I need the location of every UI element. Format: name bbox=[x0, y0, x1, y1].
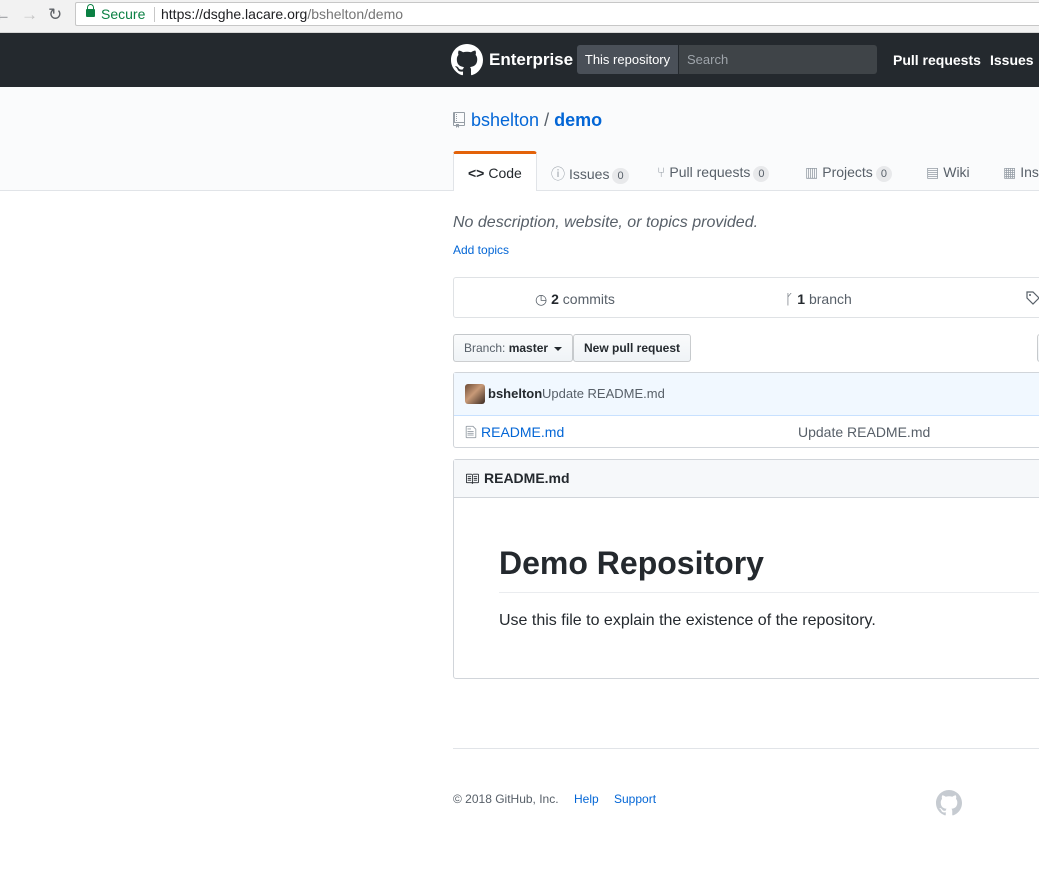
forward-arrow-icon[interactable]: → bbox=[21, 6, 38, 24]
repo-owner-link[interactable]: bshelton bbox=[471, 110, 539, 130]
branch-icon: ᚴ bbox=[785, 291, 794, 307]
tab-insights[interactable]: ▦ Ins bbox=[1003, 151, 1039, 190]
footer-help-link[interactable]: Help bbox=[574, 792, 599, 806]
file-name-link[interactable]: README.md bbox=[481, 424, 564, 440]
commit-author[interactable]: bshelton bbox=[488, 386, 542, 401]
footer-copyright: © 2018 GitHub, Inc. bbox=[453, 792, 559, 806]
back-arrow-icon[interactable]: ← bbox=[0, 6, 11, 24]
search-input[interactable] bbox=[679, 45, 877, 74]
code-icon: <> bbox=[468, 165, 485, 181]
commits-count: 2 bbox=[551, 291, 559, 307]
book-icon bbox=[466, 473, 479, 484]
branch-prefix: Branch: bbox=[464, 341, 506, 355]
readme-box: README.md Demo Repository Use this file … bbox=[453, 459, 1039, 679]
lock-icon bbox=[86, 4, 95, 17]
nav-pull-requests[interactable]: Pull requests bbox=[893, 52, 981, 68]
branch-name: master bbox=[508, 341, 549, 355]
url-host: https://dsghe.lacare.org bbox=[161, 6, 308, 22]
enterprise-brand[interactable]: Enterprise bbox=[489, 50, 573, 70]
commit-message[interactable]: Update README.md bbox=[542, 386, 665, 401]
site-header: Enterprise This repository Pull requests… bbox=[0, 33, 1039, 87]
readme-filename: README.md bbox=[484, 470, 570, 486]
url-path: /bshelton/demo bbox=[307, 6, 404, 22]
file-table: bshelton Update README.md README.md Upda… bbox=[453, 372, 1039, 448]
project-icon: ▥ bbox=[805, 164, 819, 180]
history-icon: ◷ bbox=[535, 291, 548, 307]
repo-summary-bar: ◷ 2 commits ᚴ 1 branch bbox=[453, 277, 1039, 318]
github-logo-icon[interactable] bbox=[451, 44, 483, 76]
readme-body: Use this file to explain the existence o… bbox=[499, 612, 876, 629]
nav-issues[interactable]: Issues bbox=[990, 52, 1034, 68]
secure-label: Secure bbox=[101, 6, 146, 22]
address-divider bbox=[154, 7, 155, 22]
repo-name-link[interactable]: demo bbox=[554, 110, 602, 130]
book-icon: ▤ bbox=[926, 164, 940, 180]
tab-insights-label: Ins bbox=[1020, 164, 1039, 180]
avatar[interactable] bbox=[465, 384, 485, 404]
github-footer-logo-icon[interactable] bbox=[936, 790, 962, 816]
repo-header: bshelton / demo <> Code ⓘ Issues 0 ⑂ Pull re… bbox=[0, 87, 1039, 191]
branch-select-button[interactable]: Branch: master bbox=[453, 334, 574, 362]
tab-pull-requests[interactable]: ⑂ Pull requests 0 bbox=[657, 151, 770, 190]
issues-counter: 0 bbox=[612, 168, 629, 184]
repo-path-separator: / bbox=[544, 110, 550, 130]
tab-issues[interactable]: ⓘ Issues 0 bbox=[551, 151, 629, 190]
tab-code[interactable]: <> Code bbox=[453, 151, 537, 191]
address-bar[interactable]: Secure https://dsghe.lacare.org/bshelton… bbox=[75, 2, 1039, 26]
readme-heading: Demo Repository bbox=[499, 545, 764, 581]
repo-description: No description, website, or topics provi… bbox=[453, 214, 759, 231]
tab-projects-label: Projects bbox=[822, 164, 873, 180]
branch-count: 1 bbox=[797, 291, 806, 307]
new-pull-request-button[interactable]: New pull request bbox=[573, 334, 692, 362]
tag-icon[interactable] bbox=[1026, 291, 1039, 308]
tab-issues-label: Issues bbox=[569, 166, 610, 182]
tab-projects[interactable]: ▥ Projects 0 bbox=[805, 151, 892, 190]
commits-label: commits bbox=[562, 291, 615, 307]
graph-icon: ▦ bbox=[1003, 164, 1017, 180]
footer-support-link[interactable]: Support bbox=[614, 792, 656, 806]
tab-pull-requests-label: Pull requests bbox=[669, 164, 751, 180]
readme-header: README.md bbox=[454, 460, 1039, 498]
tab-code-label: Code bbox=[488, 165, 522, 181]
projects-counter: 0 bbox=[875, 166, 892, 182]
pull-request-icon: ⑂ bbox=[657, 164, 666, 180]
file-icon bbox=[465, 425, 477, 439]
add-topics-link[interactable]: Add topics bbox=[453, 243, 509, 257]
repo-icon bbox=[453, 112, 465, 128]
commit-tease: bshelton Update README.md bbox=[454, 373, 1039, 416]
repo-title: bshelton / demo bbox=[471, 110, 602, 131]
readme-heading-rule bbox=[499, 592, 1039, 593]
reload-icon[interactable]: ↻ bbox=[48, 6, 62, 24]
search-scope-label: This repository bbox=[577, 45, 678, 74]
browser-toolbar: ← → ↻ Secure https://dsghe.lacare.org/bs… bbox=[0, 0, 1039, 33]
pull-requests-counter: 0 bbox=[753, 166, 770, 182]
tab-wiki-label: Wiki bbox=[943, 164, 970, 180]
file-commit-message[interactable]: Update README.md bbox=[798, 424, 930, 440]
caret-down-icon bbox=[554, 346, 563, 351]
issue-icon: ⓘ bbox=[551, 166, 565, 182]
url-text[interactable]: https://dsghe.lacare.org/bshelton/demo bbox=[161, 3, 403, 25]
branch-summary[interactable]: ᚴ 1 branch bbox=[785, 291, 852, 307]
branch-label: branch bbox=[808, 291, 852, 307]
tab-wiki[interactable]: ▤ Wiki bbox=[926, 151, 970, 190]
footer-divider bbox=[453, 748, 1039, 749]
commits-summary[interactable]: ◷ 2 commits bbox=[535, 291, 615, 308]
